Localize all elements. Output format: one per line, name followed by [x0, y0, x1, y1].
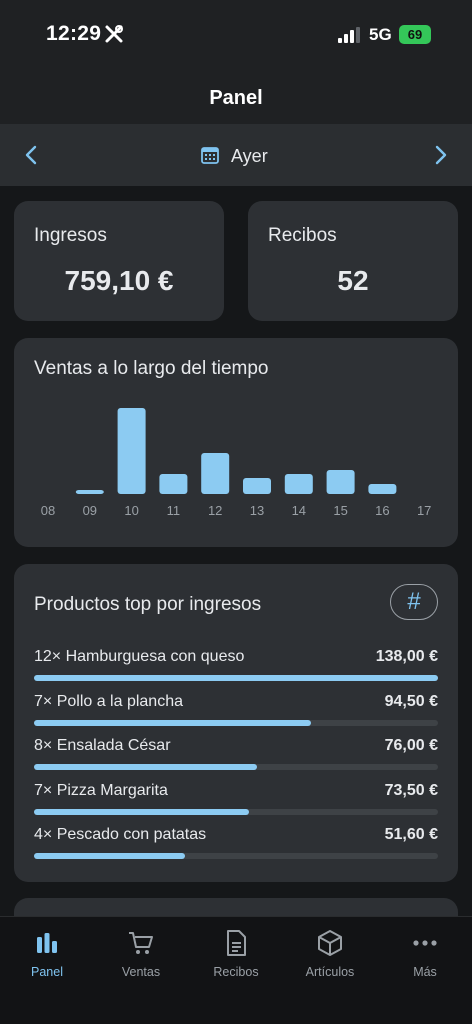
x-tick-label: 13	[250, 503, 264, 518]
toggle-quantity-button[interactable]: #	[390, 584, 438, 620]
tab-recibos[interactable]: Recibos	[189, 917, 283, 987]
box-icon	[318, 930, 342, 956]
receipts-label: Recibos	[268, 225, 337, 246]
tab-label: Recibos	[213, 965, 259, 979]
product-revenue-bar-fill	[34, 808, 250, 815]
product-revenue: 76,00 €	[384, 737, 438, 754]
chart-bar[interactable]	[201, 453, 230, 494]
tab-label: Más	[413, 965, 437, 979]
bar-chart-icon	[37, 933, 57, 953]
product-revenue-bar-fill	[34, 719, 311, 726]
tab-label: Artículos	[305, 965, 355, 979]
chart-bar[interactable]	[243, 478, 271, 494]
tab-panel[interactable]: Panel	[0, 917, 94, 987]
chart-bar[interactable]	[284, 474, 313, 494]
chart-bar[interactable]	[159, 474, 188, 494]
app-header: Panel	[0, 70, 472, 124]
product-revenue-bar	[34, 719, 438, 726]
status-bar: 12:29 5G 69	[0, 0, 472, 70]
x-tick-label: 16	[375, 503, 389, 518]
top-products-card: Productos top por ingresos # 12× Hamburg…	[14, 564, 458, 882]
product-name: 7× Pizza Margarita	[34, 781, 168, 799]
battery-level: 69	[407, 27, 423, 42]
product-name: 7× Pollo a la plancha	[34, 692, 183, 710]
document-icon	[227, 930, 246, 956]
product-revenue-bar	[34, 808, 438, 815]
product-revenue-bar-fill	[34, 853, 186, 859]
product-revenue: 73,50 €	[384, 781, 438, 799]
sales-bar-chart: 08 09 10 11 12 13 14 15 16 17	[41, 408, 431, 518]
receipts-value: 52	[337, 265, 369, 296]
top-products-title: Productos top por ingresos	[34, 594, 262, 615]
revenue-label: Ingresos	[34, 225, 107, 246]
x-tick-label: 15	[333, 503, 347, 518]
tab-articulos[interactable]: Artículos	[283, 917, 377, 987]
battery-icon: 69	[399, 25, 431, 44]
signal-icon	[338, 27, 360, 43]
next-day-chevron-icon[interactable]	[428, 143, 452, 167]
x-tick-label: 14	[292, 503, 306, 518]
tab-label: Ventas	[121, 965, 161, 979]
revenue-card[interactable]: Ingresos 759,10 €	[14, 201, 224, 321]
x-tick-label: 12	[208, 503, 222, 518]
product-revenue-bar-fill	[34, 675, 438, 681]
tab-mas[interactable]: Más	[378, 917, 472, 987]
x-tick-label: 17	[417, 503, 431, 518]
tab-bar: Panel Ventas Recibos Artículos Más	[0, 916, 472, 1024]
product-revenue-bar	[34, 853, 438, 859]
receipts-card[interactable]: Recibos 52	[248, 201, 458, 321]
product-name: 12× Hamburguesa con queso	[34, 648, 245, 665]
status-time: 12:29	[46, 22, 102, 45]
revenue-value: 759,10 €	[64, 265, 174, 296]
date-label[interactable]: Ayer	[231, 146, 268, 167]
previous-day-chevron-icon[interactable]	[20, 143, 44, 167]
x-tick-label: 11	[167, 503, 181, 518]
chart-bar[interactable]	[75, 490, 104, 494]
chart-bar[interactable]	[368, 484, 397, 494]
x-tick-label: 10	[124, 503, 138, 518]
page-title: Panel	[209, 87, 263, 109]
cart-icon	[129, 932, 153, 954]
sales-chart-card[interactable]: Ventas a lo largo del tiempo 08 09 10 11 12 1…	[14, 338, 458, 547]
product-name: 8× Ensalada César	[34, 737, 171, 754]
tools-icon	[105, 25, 123, 43]
product-revenue: 51,60 €	[384, 826, 438, 843]
chart-bar[interactable]	[117, 408, 146, 494]
product-revenue-bar	[34, 675, 438, 681]
product-revenue-bar	[34, 764, 438, 770]
calendar-icon[interactable]	[201, 146, 219, 164]
x-tick-label: 09	[83, 503, 97, 518]
product-name: 4× Pescado con patatas	[34, 826, 207, 843]
tab-label: Panel	[31, 965, 63, 979]
product-revenue: 94,50 €	[384, 692, 438, 710]
network-label: 5G	[369, 25, 392, 44]
x-tick-label: 08	[41, 503, 55, 518]
tab-ventas[interactable]: Ventas	[94, 917, 188, 987]
product-revenue-bar-fill	[34, 764, 257, 770]
product-revenue: 138,00 €	[375, 648, 438, 665]
chart-bar[interactable]	[326, 470, 355, 494]
more-icon	[413, 940, 437, 946]
